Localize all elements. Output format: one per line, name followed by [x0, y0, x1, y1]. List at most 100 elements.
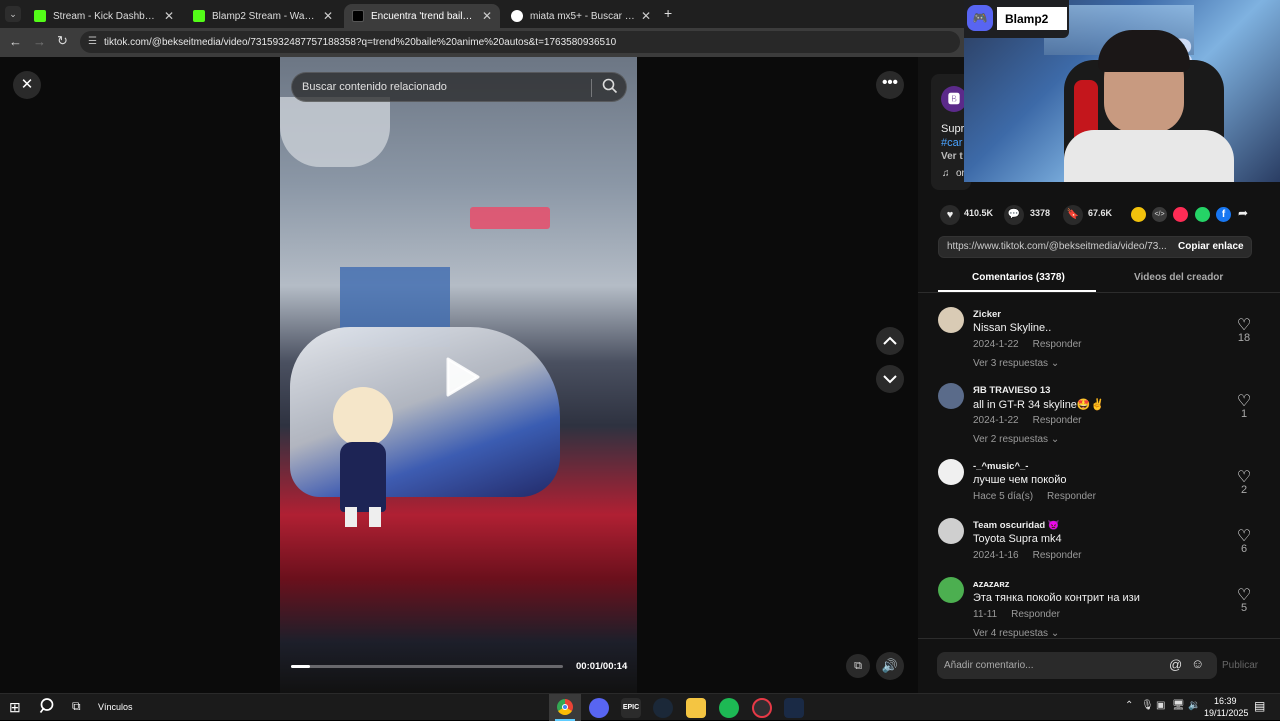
- reply-button[interactable]: Responder: [1047, 491, 1096, 502]
- comment-text: all in GT-R 34 skyline🤩✌️: [973, 399, 1105, 411]
- tab-search-button[interactable]: ⌄: [5, 6, 21, 22]
- publish-button[interactable]: Publicar: [1222, 660, 1258, 671]
- comment-item: -_^music^_- лучше чем покойо Hace 5 día(…: [938, 459, 1258, 514]
- volume-button[interactable]: 🔊: [876, 652, 904, 680]
- video-scene-anime-figure: [325, 387, 400, 527]
- emoji-icon[interactable]: ☺: [1191, 656, 1204, 671]
- related-search-box[interactable]: Buscar contenido relacionado: [291, 72, 627, 102]
- avatar[interactable]: [938, 577, 964, 603]
- comment-text: лучше чем покойо: [973, 474, 1067, 486]
- whatsapp-icon[interactable]: [1195, 207, 1210, 222]
- vinculos-toolbar[interactable]: Vínculos: [98, 702, 133, 712]
- camera-icon[interactable]: ▣: [1156, 700, 1165, 711]
- reply-button[interactable]: Responder: [1033, 339, 1082, 350]
- close-icon[interactable]: ✕: [641, 9, 651, 23]
- save-button[interactable]: 🔖: [1063, 205, 1083, 225]
- reply-button[interactable]: Responder: [1033, 550, 1082, 561]
- notification-icon[interactable]: ▤: [1254, 699, 1265, 713]
- reload-icon[interactable]: ↻: [57, 33, 68, 49]
- copy-link-button[interactable]: Copiar enlace: [1178, 241, 1244, 252]
- floating-player-button[interactable]: ⧉: [846, 654, 870, 678]
- more-options-button[interactable]: •••: [876, 71, 904, 99]
- steam-icon[interactable]: [653, 698, 673, 718]
- embed-icon[interactable]: </>: [1152, 207, 1167, 222]
- video-link[interactable]: https://www.tiktok.com/@bekseitmedia/vid…: [947, 241, 1167, 252]
- video-scene-sign: [470, 207, 550, 229]
- address-bar[interactable]: ☰ tiktok.com/@bekseitmedia/video/7315932…: [80, 31, 960, 53]
- tab-google[interactable]: miata mx5+ - Buscar con Google ✕: [503, 4, 659, 28]
- tab-creator-videos[interactable]: Videos del creador: [1134, 272, 1223, 283]
- comment-user[interactable]: ᴀᴢᴀᴢᴀʀᴢ: [973, 579, 1010, 590]
- steam-alt-icon[interactable]: [784, 698, 804, 718]
- comment-user[interactable]: -_^music^_-: [973, 461, 1028, 472]
- close-icon[interactable]: ✕: [482, 9, 492, 23]
- view-replies-button[interactable]: Ver 2 respuestas ⌄: [973, 434, 1059, 445]
- avatar[interactable]: [938, 383, 964, 409]
- tab-tiktok[interactable]: Encuentra 'trend baile anime autos' en T…: [344, 4, 500, 28]
- video-player[interactable]: Buscar contenido relacionado 00:01/00:14: [280, 57, 637, 693]
- comment-input[interactable]: Añadir comentario... @ ☺: [937, 652, 1217, 679]
- close-video-button[interactable]: ✕: [13, 71, 41, 99]
- reply-button[interactable]: Responder: [1033, 415, 1082, 426]
- repost-icon[interactable]: [1131, 207, 1146, 222]
- avatar[interactable]: [938, 518, 964, 544]
- comment-item: Zicker Nissan Skyline.. 2024-1-22 Respond…: [938, 307, 1258, 377]
- avatar[interactable]: [938, 459, 964, 485]
- comment-button[interactable]: 💬: [1004, 205, 1024, 225]
- related-search-input[interactable]: Buscar contenido relacionado: [302, 81, 447, 93]
- spotify-icon[interactable]: [719, 698, 739, 718]
- task-view-icon[interactable]: ⧉: [72, 699, 81, 714]
- view-replies-label: Ver 2 respuestas: [973, 434, 1049, 445]
- video-progress-track[interactable]: [291, 665, 563, 668]
- tab-kick-dashboard[interactable]: Stream - Kick Dashboard ✕: [26, 4, 182, 28]
- network-icon[interactable]: 🖥: [1172, 700, 1185, 711]
- video-scene-banner: [280, 97, 390, 167]
- comment-user[interactable]: ЯВ TRAVIESO 13: [973, 385, 1050, 396]
- like-button[interactable]: ♥: [940, 205, 960, 225]
- discord-taskbar-icon[interactable]: [589, 698, 609, 718]
- tab-kick-stream[interactable]: Blamp2 Stream - Watch Live on Kick ✕: [185, 4, 341, 28]
- search-icon[interactable]: [602, 78, 618, 99]
- file-explorer-icon[interactable]: [686, 698, 706, 718]
- avatar[interactable]: [938, 307, 964, 333]
- site-info-icon[interactable]: ☰: [88, 36, 97, 47]
- google-icon: [511, 10, 523, 22]
- clock-date[interactable]: 19/11/2025: [1204, 708, 1248, 718]
- back-icon[interactable]: ←: [9, 34, 22, 49]
- epic-games-icon[interactable]: EPIC: [621, 698, 641, 718]
- microphone-icon[interactable]: 🎙: [1141, 700, 1154, 711]
- comment-text: Эта тянка покойо контрит на изи: [973, 592, 1140, 604]
- close-icon[interactable]: ✕: [323, 9, 333, 23]
- share-icon[interactable]: ➦: [1238, 206, 1248, 220]
- close-icon[interactable]: ✕: [164, 9, 174, 23]
- speaker-icon[interactable]: 🔉: [1188, 700, 1200, 711]
- play-icon[interactable]: [444, 357, 480, 402]
- clock-time[interactable]: 16:39: [1214, 696, 1237, 706]
- url-text: tiktok.com/@bekseitmedia/video/731593248…: [104, 36, 617, 48]
- send-icon[interactable]: [1173, 207, 1188, 222]
- discord-name: Blamp2: [1005, 12, 1049, 26]
- tabs-divider: [918, 292, 1280, 293]
- search-icon[interactable]: [39, 697, 57, 720]
- new-tab-button[interactable]: +: [664, 5, 672, 21]
- like-count: 410.5K: [964, 208, 994, 218]
- description-hashtag[interactable]: #car: [941, 137, 962, 149]
- view-replies-button[interactable]: Ver 3 respuestas ⌄: [973, 358, 1059, 369]
- windows-start-icon[interactable]: ⊞: [9, 699, 21, 716]
- tab-comments[interactable]: Comentarios (3378): [972, 272, 1065, 283]
- comment-user[interactable]: Zicker: [973, 309, 1001, 320]
- comment-meta: 2024-1-22 Responder: [973, 415, 1082, 426]
- comment-date: 2024-1-22: [973, 339, 1019, 350]
- forward-icon[interactable]: →: [33, 34, 46, 49]
- reply-button[interactable]: Responder: [1011, 609, 1060, 620]
- obs-icon[interactable]: [752, 698, 772, 718]
- previous-video-button[interactable]: [876, 327, 904, 355]
- chevron-up-icon[interactable]: ⌃: [1125, 700, 1133, 711]
- mention-icon[interactable]: @: [1169, 657, 1182, 672]
- next-video-button[interactable]: [876, 365, 904, 393]
- chrome-icon[interactable]: [549, 694, 581, 721]
- comment-user[interactable]: Team oscuridad 👿: [973, 520, 1060, 531]
- facebook-icon[interactable]: f: [1216, 207, 1231, 222]
- comment-text: Nissan Skyline..: [973, 322, 1052, 334]
- description-more[interactable]: Ver t: [941, 151, 963, 162]
